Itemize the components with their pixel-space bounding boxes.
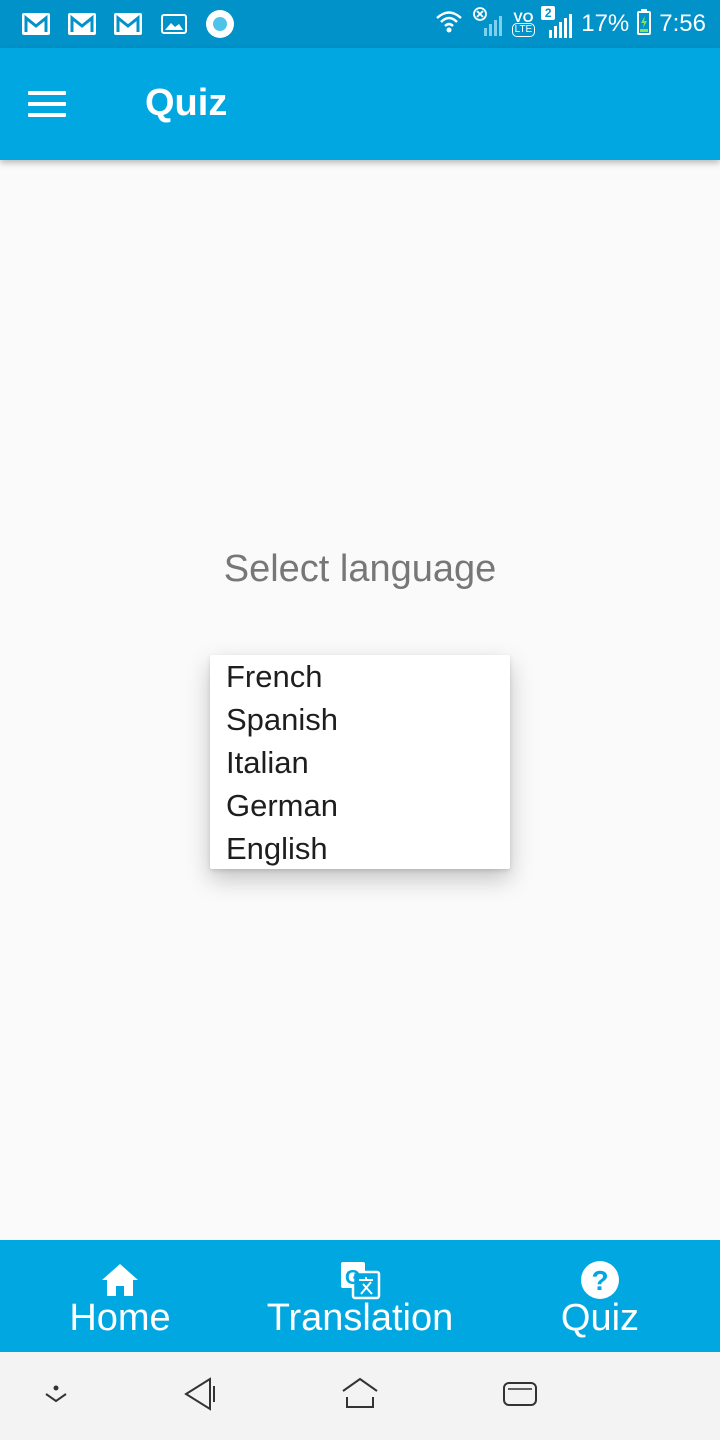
- back-button[interactable]: [176, 1376, 224, 1416]
- recent-apps-button[interactable]: [496, 1376, 544, 1416]
- select-language-label: Select language: [223, 548, 497, 590]
- clock: 7:56: [659, 10, 706, 37]
- nav-home-label: Home: [69, 1297, 171, 1339]
- gmail-icon: [66, 8, 98, 40]
- nav-translation-label: Translation: [266, 1297, 454, 1339]
- status-bar: VO LTE 2 17% 7:56: [0, 0, 720, 48]
- menu-button[interactable]: [28, 80, 84, 128]
- recent-apps-icon: [502, 1379, 538, 1414]
- gmail-icon: [112, 8, 144, 40]
- home-nav-button[interactable]: [336, 1376, 384, 1416]
- volte-top-label: VO: [513, 9, 534, 25]
- signal-icon: 2: [541, 6, 573, 40]
- volte-bottom-label: LTE: [511, 23, 536, 37]
- volte-icon: VO LTE: [511, 9, 536, 37]
- system-navigation-bar: [0, 1352, 720, 1440]
- system-status: VO LTE 2 17% 7:56: [434, 6, 706, 42]
- app-bar: Quiz: [0, 48, 720, 160]
- circle-app-icon: [204, 8, 236, 40]
- language-option-german[interactable]: German: [210, 784, 510, 827]
- hamburger-icon-line: [28, 91, 66, 95]
- hide-nav-button[interactable]: [32, 1376, 80, 1416]
- image-icon: [158, 8, 190, 40]
- page-title: Quiz: [145, 82, 228, 124]
- language-dropdown-list: French Spanish Italian German English: [210, 655, 510, 869]
- home-outline-icon: [340, 1377, 380, 1416]
- back-triangle-icon: [182, 1376, 218, 1417]
- translate-icon: G: [339, 1260, 381, 1300]
- gmail-icon: [20, 8, 52, 40]
- svg-text:G: G: [345, 1267, 361, 1289]
- hamburger-icon-line: [28, 102, 66, 106]
- sim-badge: 2: [541, 6, 556, 20]
- home-icon: [100, 1260, 140, 1300]
- language-option-italian[interactable]: Italian: [210, 741, 510, 784]
- bottom-navigation: Home G Translation ? Quiz: [0, 1240, 720, 1352]
- wifi-icon: [434, 7, 464, 42]
- language-option-spanish[interactable]: Spanish: [210, 698, 510, 741]
- hamburger-icon-line: [28, 113, 66, 117]
- signal-off-icon: [472, 6, 504, 43]
- help-icon: ?: [580, 1260, 620, 1300]
- notification-icons: [20, 8, 236, 40]
- nav-quiz[interactable]: ? Quiz: [480, 1240, 720, 1352]
- nav-home[interactable]: Home: [0, 1240, 240, 1352]
- language-option-english[interactable]: English: [210, 827, 510, 870]
- svg-text:?: ?: [591, 1265, 608, 1296]
- nav-quiz-label: Quiz: [560, 1297, 640, 1339]
- battery-percent: 17%: [581, 10, 630, 37]
- language-option-french[interactable]: French: [210, 655, 510, 698]
- battery-icon: [637, 8, 652, 40]
- chevron-down-icon: [41, 1382, 71, 1411]
- nav-translation[interactable]: G Translation: [240, 1240, 480, 1352]
